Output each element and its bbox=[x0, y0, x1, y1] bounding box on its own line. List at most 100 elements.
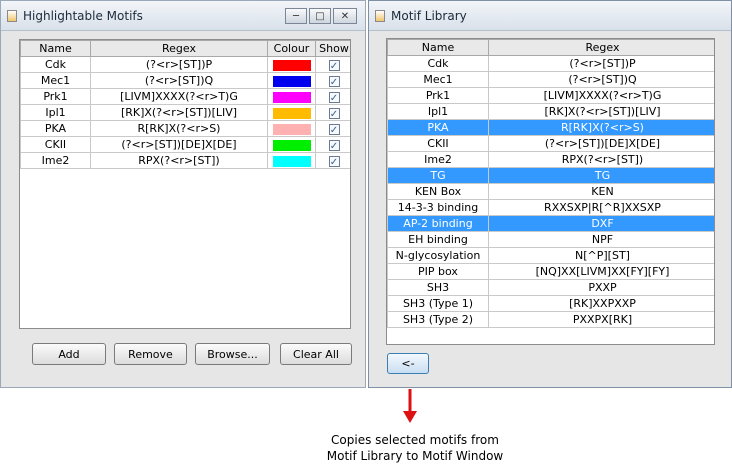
motif-show-cell[interactable]: ✓ bbox=[315, 104, 350, 121]
table-row[interactable]: N-glycosylation N[^P][ST] bbox=[387, 247, 714, 264]
motif-show-cell[interactable]: ✓ bbox=[315, 88, 350, 105]
motif-colour-cell[interactable] bbox=[267, 120, 316, 137]
table-row[interactable]: Ime2 RPX(?<r>[ST]) ✓ bbox=[20, 152, 350, 169]
library-regex-cell[interactable]: PXXP bbox=[488, 279, 714, 296]
motif-regex-cell[interactable]: R[RK]X(?<r>S) bbox=[90, 120, 268, 137]
library-regex-cell[interactable]: PXXPX[RK] bbox=[488, 311, 714, 328]
table-row[interactable]: Prk1 [LIVM]XXXX(?<r>T)G bbox=[387, 87, 714, 104]
motif-show-cell[interactable]: ✓ bbox=[315, 136, 350, 153]
library-regex-cell[interactable]: NPF bbox=[488, 231, 714, 248]
column-header-name[interactable]: Name bbox=[20, 40, 91, 57]
table-row[interactable]: PKA R[RK]X(?<r>S) ✓ bbox=[20, 120, 350, 137]
copy-to-motifs-button[interactable]: <- bbox=[387, 353, 429, 374]
colour-swatch[interactable] bbox=[272, 107, 311, 119]
motif-colour-cell[interactable] bbox=[267, 104, 316, 121]
column-header-colour[interactable]: Colour bbox=[267, 40, 316, 57]
remove-button[interactable]: Remove bbox=[114, 343, 187, 365]
motifs-titlebar[interactable]: Highlightable Motifs ─ □ ✕ bbox=[1, 1, 365, 31]
motif-regex-cell[interactable]: (?<r>[ST])Q bbox=[90, 72, 268, 89]
colour-swatch[interactable] bbox=[272, 59, 311, 71]
motif-regex-cell[interactable]: RPX(?<r>[ST]) bbox=[90, 152, 268, 169]
motif-colour-cell[interactable] bbox=[267, 136, 316, 153]
library-regex-cell[interactable]: (?<r>[ST])Q bbox=[488, 71, 714, 88]
library-name-cell[interactable]: Ipl1 bbox=[387, 103, 489, 120]
table-row[interactable]: PIP box [NQ]XX[LIVM]XX[FY][FY] bbox=[387, 263, 714, 280]
table-row[interactable]: Mec1 (?<r>[ST])Q bbox=[387, 71, 714, 88]
table-row[interactable]: SH3 (Type 1) [RK]XXPXXP bbox=[387, 295, 714, 312]
library-regex-cell[interactable]: [LIVM]XXXX(?<r>T)G bbox=[488, 87, 714, 104]
table-row[interactable]: Ime2 RPX(?<r>[ST]) bbox=[387, 151, 714, 168]
library-regex-cell[interactable]: KEN bbox=[488, 183, 714, 200]
library-regex-cell[interactable]: [RK]XXPXXP bbox=[488, 295, 714, 312]
show-checkbox[interactable]: ✓ bbox=[328, 75, 340, 88]
table-row[interactable]: SH3 (Type 2) PXXPX[RK] bbox=[387, 311, 714, 328]
table-row[interactable]: EH binding NPF bbox=[387, 231, 714, 248]
library-name-cell[interactable]: CKII bbox=[387, 135, 489, 152]
show-checkbox[interactable]: ✓ bbox=[328, 59, 340, 72]
motif-name-cell[interactable]: Mec1 bbox=[20, 72, 91, 89]
motif-name-cell[interactable]: PKA bbox=[20, 120, 91, 137]
table-row[interactable]: AP-2 binding DXF bbox=[387, 215, 714, 232]
motif-name-cell[interactable]: Ipl1 bbox=[20, 104, 91, 121]
table-row[interactable]: CKII (?<r>[ST])[DE]X[DE] ✓ bbox=[20, 136, 350, 153]
motif-name-cell[interactable]: Cdk bbox=[20, 56, 91, 73]
motif-name-cell[interactable]: Prk1 bbox=[20, 88, 91, 105]
column-header-show[interactable]: Show bbox=[315, 40, 350, 57]
column-header-regex[interactable]: Regex bbox=[90, 40, 268, 57]
motif-colour-cell[interactable] bbox=[267, 152, 316, 169]
table-row[interactable]: 14-3-3 binding RXXSXP|R[^R]XXSXP bbox=[387, 199, 714, 216]
table-row[interactable]: TG TG bbox=[387, 167, 714, 184]
minimize-icon[interactable]: ─ bbox=[285, 8, 307, 24]
library-name-cell[interactable]: PIP box bbox=[387, 263, 489, 280]
library-name-cell[interactable]: SH3 (Type 2) bbox=[387, 311, 489, 328]
table-row[interactable]: Cdk (?<r>[ST])P ✓ bbox=[20, 56, 350, 73]
motif-name-cell[interactable]: Ime2 bbox=[20, 152, 91, 169]
add-button[interactable]: Add bbox=[32, 343, 106, 365]
library-regex-cell[interactable]: N[^P][ST] bbox=[488, 247, 714, 264]
motif-show-cell[interactable]: ✓ bbox=[315, 120, 350, 137]
library-regex-cell[interactable]: RXXSXP|R[^R]XXSXP bbox=[488, 199, 714, 216]
maximize-icon[interactable]: □ bbox=[309, 8, 331, 24]
library-name-cell[interactable]: PKA bbox=[387, 119, 489, 136]
library-name-cell[interactable]: Prk1 bbox=[387, 87, 489, 104]
motif-regex-cell[interactable]: [RK]X(?<r>[ST])[LIV] bbox=[90, 104, 268, 121]
library-name-cell[interactable]: Ime2 bbox=[387, 151, 489, 168]
table-row[interactable]: SH3 PXXP bbox=[387, 279, 714, 296]
show-checkbox[interactable]: ✓ bbox=[328, 155, 340, 168]
motif-regex-cell[interactable]: [LIVM]XXXX(?<r>T)G bbox=[90, 88, 268, 105]
library-name-cell[interactable]: KEN Box bbox=[387, 183, 489, 200]
library-name-cell[interactable]: Mec1 bbox=[387, 71, 489, 88]
library-titlebar[interactable]: Motif Library bbox=[369, 1, 731, 31]
library-regex-cell[interactable]: TG bbox=[488, 167, 714, 184]
colour-swatch[interactable] bbox=[272, 155, 311, 167]
colour-swatch[interactable] bbox=[272, 139, 311, 151]
close-icon[interactable]: ✕ bbox=[333, 8, 357, 24]
clear-all-button[interactable]: Clear All bbox=[280, 343, 352, 365]
table-row[interactable]: PKA R[RK]X(?<r>S) bbox=[387, 119, 714, 136]
library-name-cell[interactable]: SH3 (Type 1) bbox=[387, 295, 489, 312]
library-name-cell[interactable]: AP-2 binding bbox=[387, 215, 489, 232]
show-checkbox[interactable]: ✓ bbox=[328, 139, 340, 152]
table-row[interactable]: Cdk (?<r>[ST])P bbox=[387, 55, 714, 72]
table-row[interactable]: Mec1 (?<r>[ST])Q ✓ bbox=[20, 72, 350, 89]
show-checkbox[interactable]: ✓ bbox=[328, 107, 340, 120]
library-regex-cell[interactable]: (?<r>[ST])P bbox=[488, 55, 714, 72]
table-row[interactable]: KEN Box KEN bbox=[387, 183, 714, 200]
column-header-name[interactable]: Name bbox=[387, 39, 489, 56]
table-row[interactable]: Ipl1 [RK]X(?<r>[ST])[LIV] ✓ bbox=[20, 104, 350, 121]
library-regex-cell[interactable]: DXF bbox=[488, 215, 714, 232]
motif-colour-cell[interactable] bbox=[267, 88, 316, 105]
library-name-cell[interactable]: 14-3-3 binding bbox=[387, 199, 489, 216]
library-name-cell[interactable]: EH binding bbox=[387, 231, 489, 248]
colour-swatch[interactable] bbox=[272, 75, 311, 87]
motif-name-cell[interactable]: CKII bbox=[20, 136, 91, 153]
column-header-regex[interactable]: Regex bbox=[488, 39, 714, 56]
table-row[interactable]: CKII (?<r>[ST])[DE]X[DE] bbox=[387, 135, 714, 152]
library-regex-cell[interactable]: [RK]X(?<r>[ST])[LIV] bbox=[488, 103, 714, 120]
colour-swatch[interactable] bbox=[272, 91, 311, 103]
table-row[interactable]: Prk1 [LIVM]XXXX(?<r>T)G ✓ bbox=[20, 88, 350, 105]
colour-swatch[interactable] bbox=[272, 123, 311, 135]
library-name-cell[interactable]: SH3 bbox=[387, 279, 489, 296]
library-name-cell[interactable]: N-glycosylation bbox=[387, 247, 489, 264]
show-checkbox[interactable]: ✓ bbox=[328, 91, 340, 104]
